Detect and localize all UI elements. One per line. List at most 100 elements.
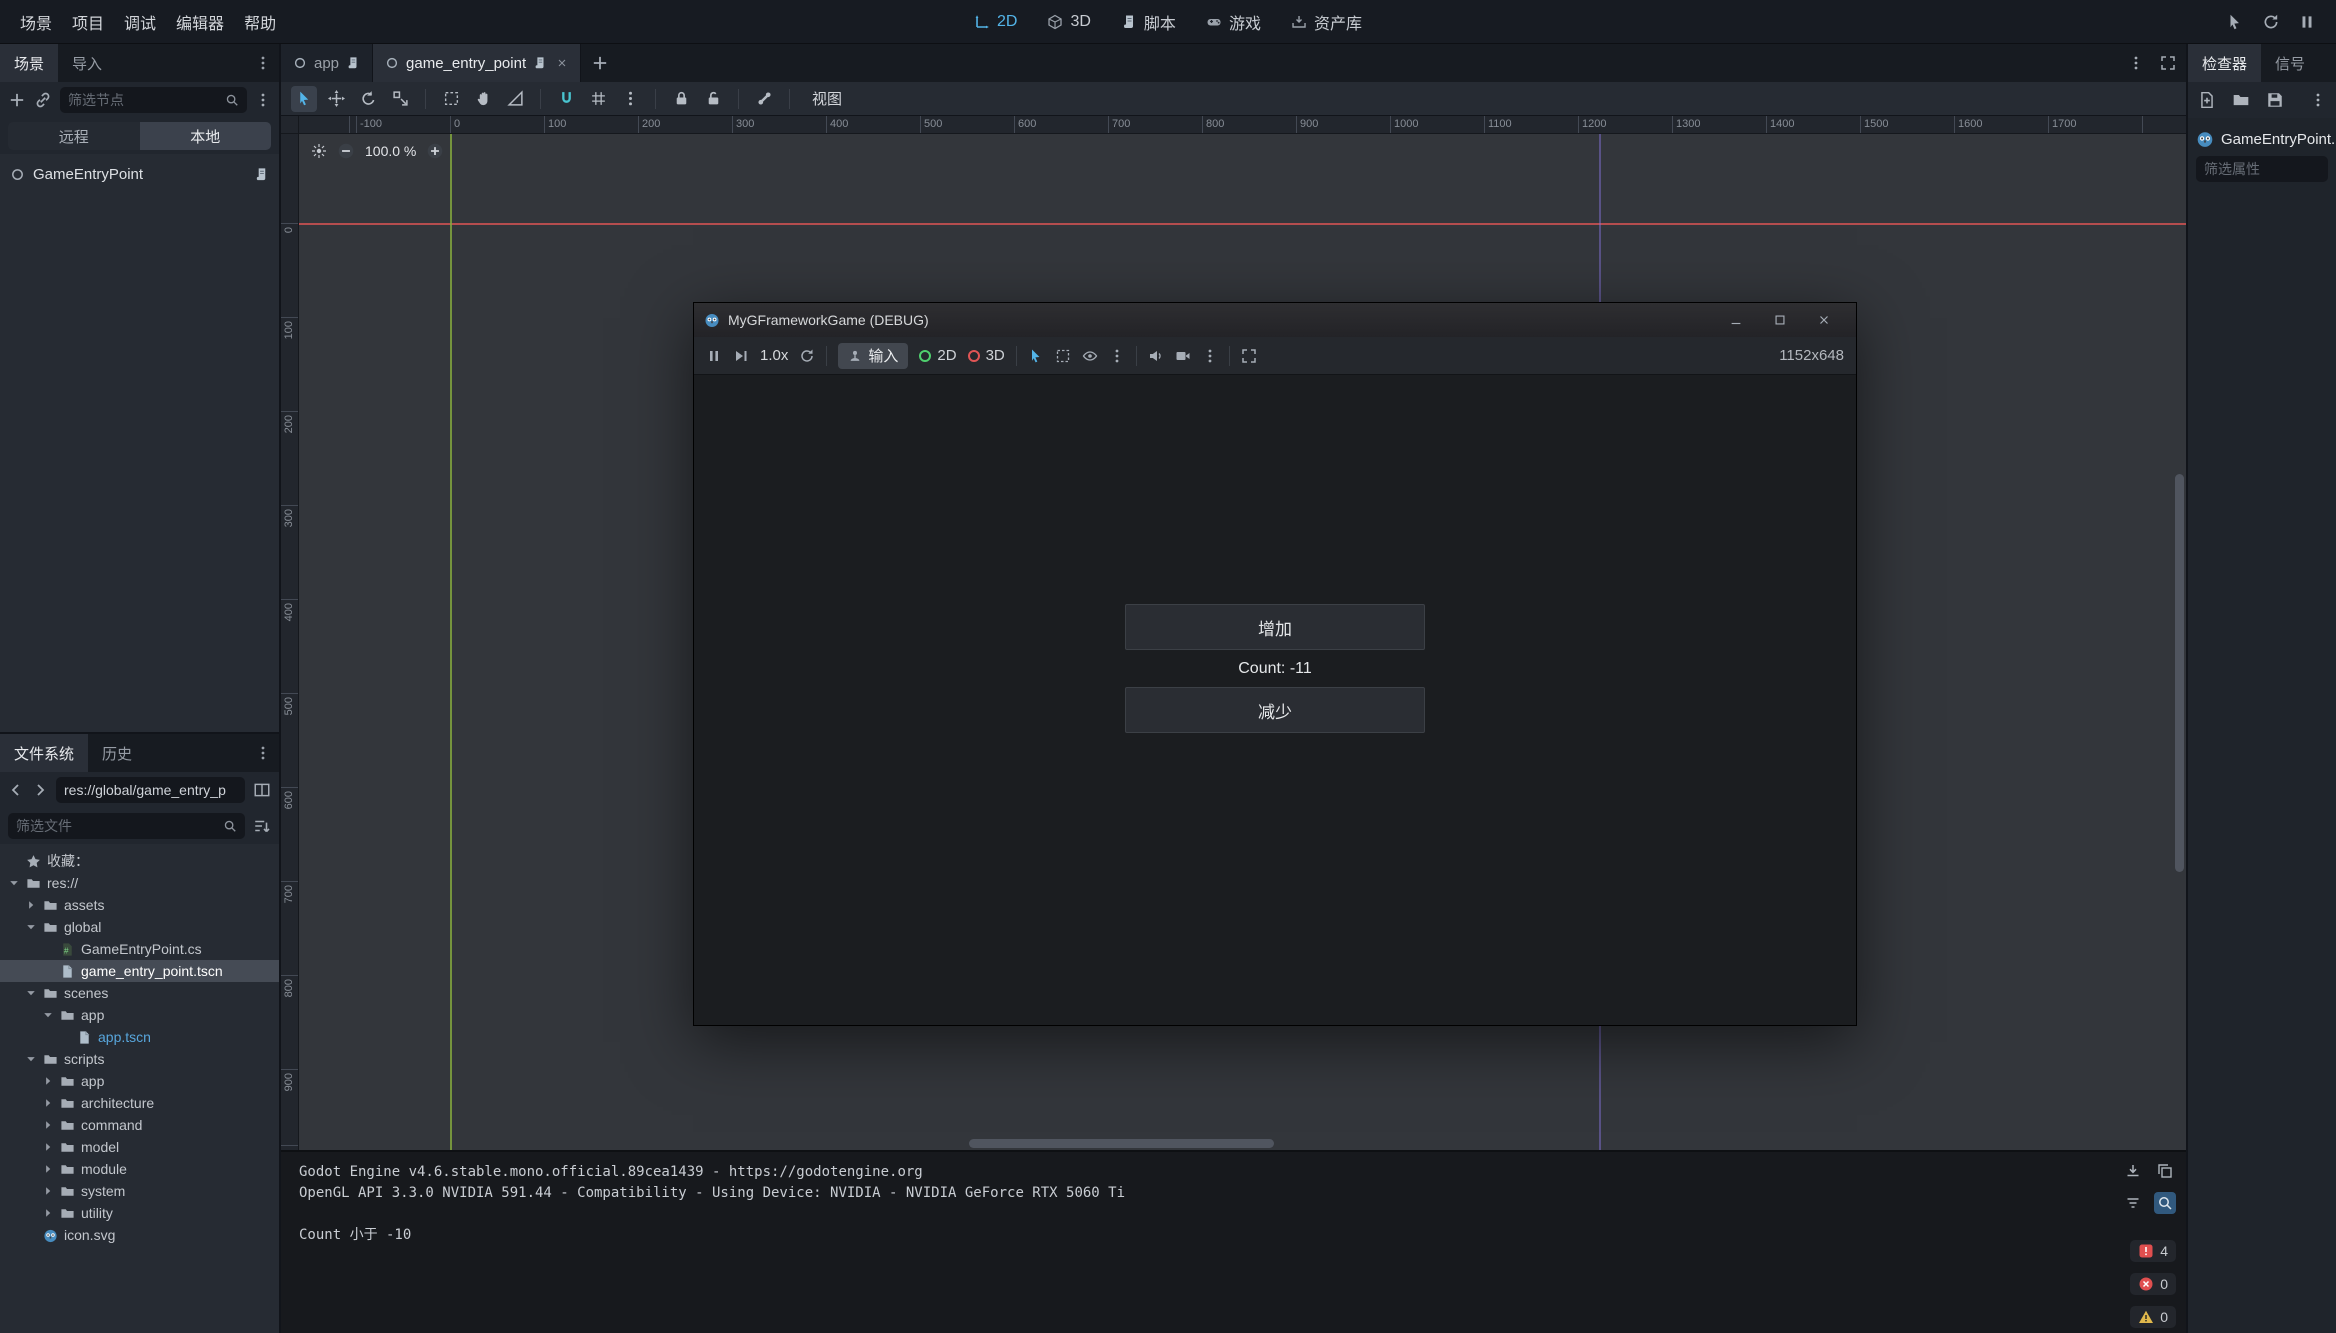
collapse-icon[interactable] [8, 877, 20, 889]
menubar-menu-item[interactable]: 帮助 [234, 10, 286, 34]
fs-tree-row[interactable]: model [0, 1136, 279, 1158]
expand-icon[interactable] [42, 1207, 54, 1219]
time-scale-button[interactable]: 1.0x [760, 347, 788, 364]
scene-dock-tab[interactable]: 导入 [58, 44, 116, 82]
minimize-button[interactable] [1714, 303, 1758, 337]
vertical-scrollbar[interactable] [2175, 134, 2184, 1136]
center-view-icon[interactable] [311, 143, 327, 159]
split-view-icon[interactable] [253, 781, 271, 799]
warning-filter-badge[interactable]: 0 [2130, 1306, 2176, 1328]
select-mode-icon[interactable] [1028, 348, 1044, 364]
workspace-tab-2d[interactable]: 2D [974, 13, 1017, 31]
collapse-icon[interactable] [25, 921, 37, 933]
collapse-icon[interactable] [25, 987, 37, 999]
input-mode-button[interactable]: 输入 [838, 343, 908, 369]
fs-tree-row[interactable]: res:// [0, 872, 279, 894]
fs-tree-row[interactable]: icon.svg [0, 1224, 279, 1246]
inspector-tab[interactable]: 信号 [2261, 44, 2319, 82]
fs-tree-row[interactable]: scripts [0, 1048, 279, 1070]
expand-icon[interactable] [42, 1097, 54, 1109]
expand-icon[interactable] [42, 1141, 54, 1153]
snap-options-icon[interactable] [617, 86, 643, 112]
node-picker-icon[interactable] [1055, 348, 1071, 364]
close-tab-icon[interactable] [556, 57, 568, 69]
expand-icon[interactable] [42, 1075, 54, 1087]
next-frame-icon[interactable] [733, 348, 749, 364]
audio-mute-icon[interactable] [1148, 348, 1164, 364]
history-forward-icon[interactable] [32, 782, 48, 798]
menubar-menu-item[interactable]: 调试 [114, 10, 166, 34]
suspend-icon[interactable] [706, 348, 722, 364]
move-tool-icon[interactable] [323, 86, 349, 112]
filesystem-dock-tab[interactable]: 文件系统 [0, 734, 88, 772]
workspace-tab-game[interactable]: 游戏 [1206, 10, 1261, 34]
camera-override-icon[interactable] [1175, 348, 1191, 364]
expand-icon[interactable] [42, 1119, 54, 1131]
save-log-icon[interactable] [2122, 1160, 2144, 1182]
mode-3d-button[interactable]: 3D [968, 347, 1005, 364]
fs-tree-row[interactable]: 收藏： [0, 850, 279, 872]
fs-tree-row[interactable]: #GameEntryPoint.cs [0, 938, 279, 960]
menubar-menu-item[interactable]: 项目 [62, 10, 114, 34]
new-resource-icon[interactable] [2198, 91, 2216, 109]
mouse-emulation-icon[interactable] [2226, 13, 2244, 31]
expand-icon[interactable] [42, 1163, 54, 1175]
scene-tree-menu-icon[interactable] [255, 92, 271, 108]
local-button[interactable]: 本地 [140, 122, 272, 150]
filter-properties-input[interactable] [2196, 156, 2328, 182]
menubar-menu-item[interactable]: 编辑器 [166, 10, 234, 34]
fs-tree-row[interactable]: utility [0, 1202, 279, 1224]
expand-icon[interactable] [42, 1185, 54, 1197]
fs-tree-row[interactable]: app [0, 1004, 279, 1026]
menubar-menu-item[interactable]: 场景 [10, 10, 62, 34]
grid-snap-toggle-icon[interactable] [585, 86, 611, 112]
decrease-button[interactable]: 减少 [1125, 687, 1425, 733]
mode-2d-button[interactable]: 2D [919, 347, 956, 364]
ruler-tool-icon[interactable] [502, 86, 528, 112]
view-menu-button[interactable]: 视图 [812, 88, 842, 109]
zoom-out-icon[interactable] [337, 142, 355, 160]
scene-tab-app[interactable]: app [281, 44, 373, 82]
fs-tree-row[interactable]: architecture [0, 1092, 279, 1114]
zoom-in-icon[interactable] [426, 142, 444, 160]
smart-snap-toggle-icon[interactable] [553, 86, 579, 112]
log-collapse-icon[interactable] [2122, 1192, 2144, 1214]
reset-time-scale-icon[interactable] [799, 348, 815, 364]
script-icon[interactable] [533, 56, 547, 70]
lock-selected-icon[interactable] [668, 86, 694, 112]
error-filter-badge[interactable]: 0 [2130, 1273, 2176, 1295]
save-resource-icon[interactable] [2266, 91, 2284, 109]
script-icon[interactable] [346, 56, 360, 70]
fs-tree-row[interactable]: global [0, 916, 279, 938]
filesystem-dock-tab[interactable]: 历史 [88, 734, 146, 772]
scene-dock-menu-icon[interactable] [255, 55, 271, 71]
fs-tree-row[interactable]: system [0, 1180, 279, 1202]
new-scene-tab-icon[interactable] [591, 54, 609, 72]
attached-script-icon[interactable] [254, 167, 269, 182]
log-search-icon[interactable] [2154, 1192, 2176, 1214]
filesystem-dock-menu-icon[interactable] [255, 745, 271, 761]
scene-tab-game_entry_point[interactable]: game_entry_point [373, 44, 581, 82]
list-select-tool-icon[interactable] [438, 86, 464, 112]
skeleton-options-icon[interactable] [751, 86, 777, 112]
scale-tool-icon[interactable] [387, 86, 413, 112]
camera-options-icon[interactable] [1202, 348, 1218, 364]
fs-tree-row[interactable]: app.tscn [0, 1026, 279, 1048]
pan-tool-icon[interactable] [470, 86, 496, 112]
fs-tree-row[interactable]: assets [0, 894, 279, 916]
workspace-tab-script[interactable]: 脚本 [1121, 10, 1176, 34]
close-button[interactable] [1802, 303, 1846, 337]
add-node-icon[interactable] [8, 91, 26, 109]
expand-icon[interactable] [25, 899, 37, 911]
current-path-input[interactable] [64, 782, 237, 798]
sort-files-icon[interactable] [253, 817, 271, 835]
load-resource-icon[interactable] [2232, 91, 2250, 109]
message-filter-badge[interactable]: 4 [2130, 1240, 2176, 1262]
filter-nodes-input[interactable] [68, 92, 219, 108]
collapse-icon[interactable] [25, 1053, 37, 1065]
instance-scene-icon[interactable] [34, 91, 52, 109]
scene-tab-list-icon[interactable] [2128, 55, 2144, 71]
scene-dock-tab[interactable]: 场景 [0, 44, 58, 82]
scene-tree-row[interactable]: GameEntryPoint [0, 159, 279, 189]
workspace-tab-3d[interactable]: 3D [1047, 13, 1090, 31]
